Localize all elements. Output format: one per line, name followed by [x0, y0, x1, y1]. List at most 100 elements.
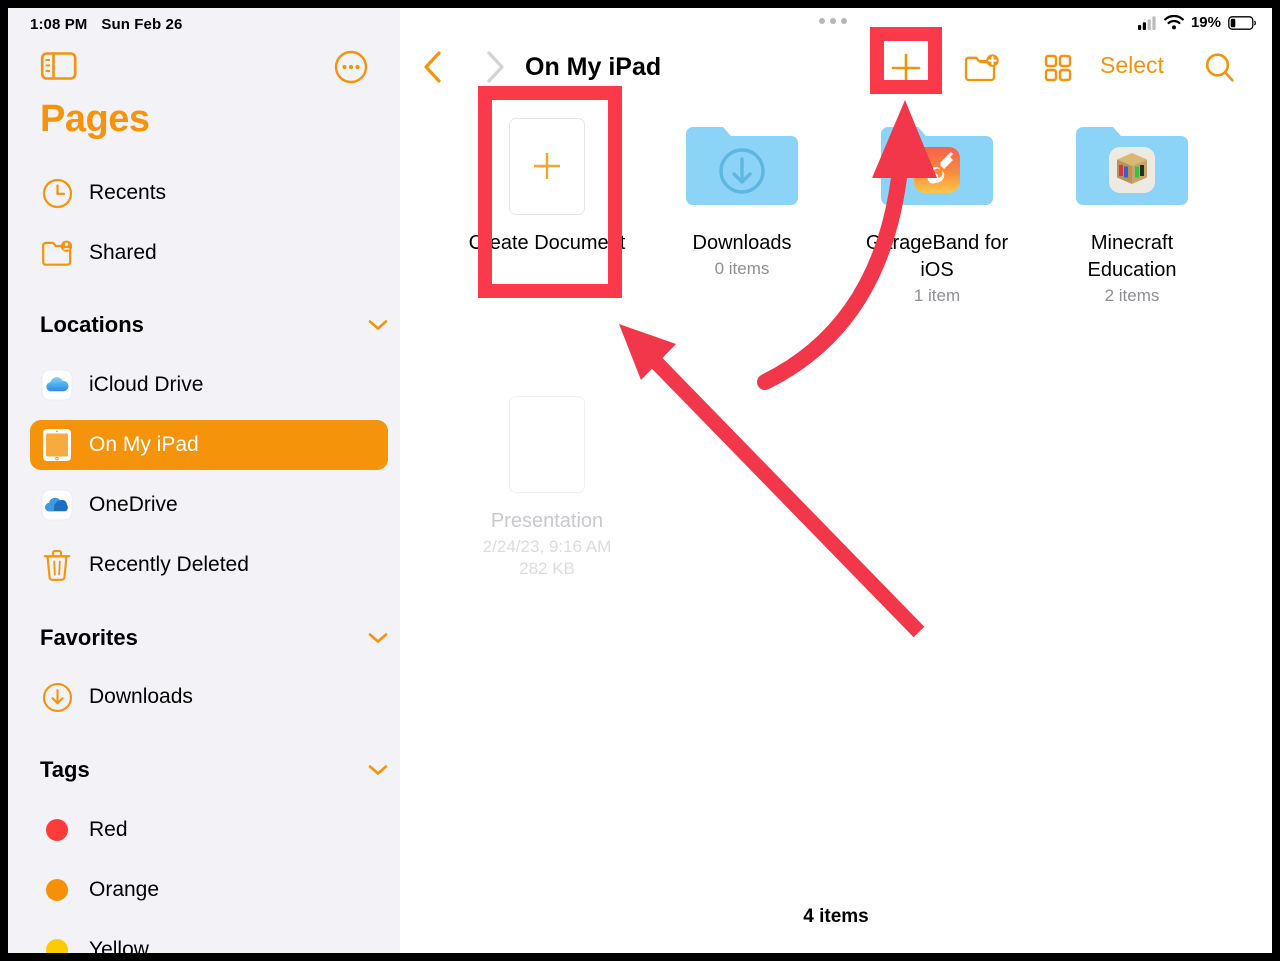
- sidebar-item-label: iCloud Drive: [89, 373, 204, 396]
- sidebar-more-button[interactable]: [334, 50, 368, 89]
- icloud-drive-icon: [40, 368, 74, 402]
- view-grid-button[interactable]: [1036, 46, 1080, 90]
- search-icon: [1205, 53, 1234, 82]
- chevron-left-icon: [424, 51, 441, 83]
- folder-icon: [686, 127, 798, 205]
- item-subtitle: 1 item: [913, 286, 961, 305]
- item-subtitle: 2 items: [1104, 286, 1160, 305]
- new-document-placeholder: [509, 117, 585, 215]
- clock-icon: [40, 176, 74, 210]
- tag-dot-icon: [40, 933, 74, 953]
- plus-icon: [891, 53, 921, 83]
- sidebar-item-shared[interactable]: Shared: [30, 228, 388, 278]
- section-title: Locations: [40, 312, 144, 337]
- shared-folder-icon: [40, 236, 74, 270]
- sidebar-toggle-icon: [40, 52, 77, 80]
- back-button[interactable]: [422, 50, 444, 89]
- thumbnail: [509, 386, 585, 502]
- new-folder-button[interactable]: [960, 46, 1004, 90]
- grid-view-icon: [1044, 54, 1072, 82]
- sidebar-toolbar: [8, 44, 400, 92]
- ipad-files-screen: 1:08 PM Sun Feb 26 Pages Recents Shared …: [0, 0, 1280, 961]
- status-time: 1:08 PM: [30, 16, 88, 33]
- status-bar-right: 19%: [1137, 14, 1256, 31]
- sidebar-item-tag-red[interactable]: Red: [30, 805, 388, 855]
- chevron-down-icon[interactable]: [368, 764, 388, 776]
- create-document-tile[interactable]: Create Document: [450, 108, 644, 257]
- sidebar-item-tag-yellow[interactable]: Yellow: [30, 925, 388, 953]
- item-size: 282 KB: [519, 559, 575, 578]
- sidebar-section-locations-header[interactable]: Locations: [40, 308, 388, 342]
- sidebar-item-on-my-ipad[interactable]: On My iPad: [30, 420, 388, 470]
- tag-dot-icon: [40, 873, 74, 907]
- onedrive-icon: [40, 488, 74, 522]
- item-count: 4 items: [803, 906, 869, 927]
- battery-percent-label: 19%: [1190, 14, 1221, 31]
- cellular-bars-icon: [1137, 15, 1156, 30]
- sidebar: 1:08 PM Sun Feb 26 Pages Recents Shared …: [8, 8, 400, 953]
- tag-dot-icon: [40, 813, 74, 847]
- chevron-down-icon[interactable]: [368, 319, 388, 331]
- sidebar-item-label: Recents: [89, 181, 167, 204]
- item-name: Create Document: [468, 232, 626, 254]
- sidebar-item-label: Downloads: [89, 685, 193, 708]
- chevron-right-icon: [487, 51, 504, 83]
- folder-icon: [881, 127, 993, 205]
- wifi-icon: [1164, 15, 1184, 30]
- navigation-bar: On My iPad Select: [400, 38, 1272, 96]
- file-grid: Create Document Downloads 0 items Garage…: [400, 108, 1272, 628]
- minecraft-app-icon: [1117, 153, 1147, 184]
- multitasking-dots-icon[interactable]: [819, 18, 847, 24]
- chevron-down-icon[interactable]: [368, 632, 388, 644]
- sidebar-item-label: Yellow: [89, 938, 149, 953]
- item-subtitle: 0 items: [714, 259, 770, 278]
- forward-button[interactable]: [484, 50, 506, 89]
- sidebar-item-label: Orange: [89, 878, 160, 901]
- section-title: Favorites: [40, 625, 138, 650]
- item-subtitle: 2/24/23, 9:16 AM: [482, 537, 612, 556]
- search-button[interactable]: [1198, 46, 1242, 90]
- document-icon: [509, 395, 585, 493]
- sidebar-title: Pages: [40, 98, 150, 140]
- sidebar-toggle-button[interactable]: [40, 50, 78, 87]
- sidebar-item-label: Red: [89, 818, 128, 841]
- status-date: Sun Feb 26: [101, 16, 183, 33]
- thumbnail: [686, 108, 798, 224]
- list-item[interactable]: GarageBand for iOS 1 item: [840, 108, 1034, 306]
- folder-icon: [1076, 127, 1188, 205]
- sidebar-item-tag-orange[interactable]: Orange: [30, 865, 388, 915]
- sidebar-item-icloud-drive[interactable]: iCloud Drive: [30, 360, 388, 410]
- new-document-plus-button[interactable]: [884, 46, 928, 90]
- item-name: Presentation: [490, 510, 604, 532]
- sidebar-item-onedrive[interactable]: OneDrive: [30, 480, 388, 530]
- item-name: Minecraft Education: [1087, 232, 1177, 281]
- sidebar-item-label: On My iPad: [89, 433, 199, 456]
- main-content: 19% On My iPad Select Create Document Do…: [400, 8, 1272, 953]
- sidebar-item-label: Shared: [89, 241, 157, 264]
- section-title: Tags: [40, 757, 90, 782]
- sidebar-section-tags-header[interactable]: Tags: [40, 753, 388, 787]
- battery-icon: [1228, 15, 1256, 30]
- download-circle-icon: [40, 680, 74, 714]
- sidebar-item-label: Recently Deleted: [89, 553, 249, 576]
- folder-plus-icon: [964, 54, 999, 82]
- thumbnail: [509, 108, 585, 224]
- sidebar-item-downloads[interactable]: Downloads: [30, 672, 388, 722]
- trash-icon: [40, 548, 74, 582]
- status-bar-left: 1:08 PM Sun Feb 26: [30, 16, 182, 33]
- sidebar-item-label: OneDrive: [89, 493, 178, 516]
- list-item[interactable]: Downloads 0 items: [645, 108, 839, 279]
- ipad-icon: [40, 428, 74, 462]
- list-item[interactable]: Presentation 2/24/23, 9:16 AM 282 KB: [450, 386, 644, 579]
- thumbnail: [881, 108, 993, 224]
- list-item[interactable]: Minecraft Education 2 items: [1035, 108, 1229, 306]
- item-name: GarageBand for iOS: [865, 232, 1009, 281]
- sidebar-section-favorites-header[interactable]: Favorites: [40, 621, 388, 655]
- thumbnail: [1076, 108, 1188, 224]
- plus-icon: [534, 153, 560, 179]
- item-name: Downloads: [692, 232, 792, 254]
- sidebar-item-recents[interactable]: Recents: [30, 168, 388, 218]
- more-ellipsis-circle-icon: [334, 50, 368, 84]
- select-button[interactable]: Select: [1100, 52, 1164, 79]
- sidebar-item-recently-deleted[interactable]: Recently Deleted: [30, 540, 388, 590]
